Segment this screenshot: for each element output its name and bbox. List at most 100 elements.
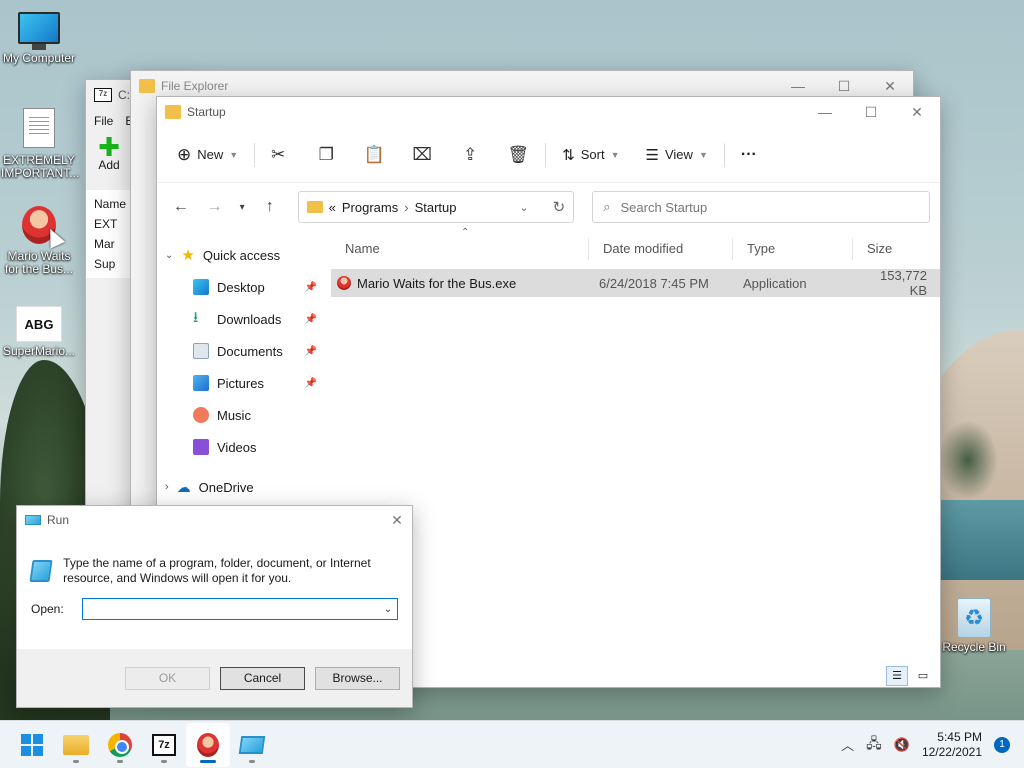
ok-button[interactable]: OK xyxy=(125,666,210,690)
nav-item-label: Pictures xyxy=(217,375,264,391)
file-name: Mario Waits for the Bus.exe xyxy=(357,275,517,291)
nav-item-videos[interactable]: Videos xyxy=(157,431,327,463)
command-bar: ⊕ New ▼ ✂ ❐ 📋 ⌧ ⇪ 🗑 ⇅ Sort ▼ ☰ View ▼ ··… xyxy=(157,127,940,183)
address-overflow[interactable]: « xyxy=(329,200,336,215)
desktop-icon-supermario[interactable]: ABG SuperMario... xyxy=(1,306,77,358)
address-bar[interactable]: « Programs › Startup ⌄ ↻ xyxy=(297,191,575,223)
menu-file[interactable]: File xyxy=(94,114,113,128)
sevenzip-add-button[interactable]: ✚ Add xyxy=(86,132,132,176)
open-combobox[interactable]: ⌄ xyxy=(81,598,398,620)
chevron-down-icon: ▼ xyxy=(610,149,620,160)
view-label: View xyxy=(664,147,693,162)
run-icon xyxy=(238,735,266,754)
table-row[interactable]: Mario Waits for the Bus.exe 6/24/2018 7:… xyxy=(331,268,940,298)
column-date-modified[interactable]: Date modified xyxy=(589,238,733,260)
taskbar-file-explorer[interactable] xyxy=(54,723,98,767)
close-icon[interactable]: ✕ xyxy=(382,506,412,534)
sort-button[interactable]: ⇅ Sort ▼ xyxy=(554,140,627,170)
column-headers: Name Date modified Type Size ⌃ xyxy=(331,227,940,267)
breadcrumb-startup[interactable]: Startup xyxy=(415,200,457,215)
minimize-icon[interactable]: — xyxy=(802,97,848,127)
cell-size: 153,772 KB xyxy=(880,268,927,298)
running-indicator xyxy=(249,759,255,763)
share-icon[interactable]: ⇪ xyxy=(455,145,485,165)
desktop-icon-label: SuperMario... xyxy=(2,344,76,358)
sort-label: Sort xyxy=(580,147,605,162)
up-arrow-icon[interactable]: ↑ xyxy=(256,198,284,216)
plus-circle-icon: ⊕ xyxy=(177,144,192,164)
breadcrumb-programs[interactable]: Programs xyxy=(342,200,398,215)
caption-buttons: ✕ xyxy=(382,506,412,534)
close-icon[interactable]: ✕ xyxy=(894,97,940,127)
start-button[interactable] xyxy=(10,723,54,767)
forward-arrow-icon[interactable]: → xyxy=(201,198,229,216)
monitor-icon xyxy=(18,12,60,50)
open-input[interactable] xyxy=(88,602,379,616)
nav-quick-access[interactable]: ⌄ ★ Quick access xyxy=(157,239,327,271)
nav-item-documents[interactable]: Documents 📌 xyxy=(157,335,327,367)
back-arrow-icon[interactable]: ← xyxy=(167,198,195,216)
cancel-button[interactable]: Cancel xyxy=(220,666,305,690)
running-indicator xyxy=(161,759,167,763)
volume-muted-icon[interactable]: 🔇 xyxy=(894,737,910,753)
rename-icon[interactable]: ⌧ xyxy=(407,145,437,165)
show-hidden-icons-chevron-icon[interactable]: ︿ xyxy=(841,735,854,754)
run-body: Type the name of a program, folder, docu… xyxy=(17,534,412,586)
file-explorer-titlebar[interactable]: Startup — ☐ ✕ xyxy=(157,97,940,127)
network-icon[interactable]: 🖧 xyxy=(866,733,882,757)
desktop-icon-mario-waits[interactable]: Mario Waits for the Bus... xyxy=(1,206,77,276)
view-button[interactable]: ☰ View ▼ xyxy=(638,140,716,170)
desktop-icon-my-computer[interactable]: My Computer xyxy=(1,12,77,65)
notification-badge[interactable]: 1 xyxy=(994,736,1010,753)
recent-locations-chevron-icon[interactable]: ▾ xyxy=(234,202,250,213)
search-box[interactable]: ⌕ Search Startup xyxy=(592,191,930,223)
cell-type: Application xyxy=(743,275,807,291)
nav-item-music[interactable]: Music xyxy=(157,399,327,431)
column-type[interactable]: Type xyxy=(733,238,853,260)
nav-item-downloads[interactable]: ⭳ Downloads 📌 xyxy=(157,303,327,335)
column-size[interactable]: Size xyxy=(853,238,931,260)
taskbar-mario[interactable] xyxy=(186,722,230,767)
sevenzip-icon: 7z xyxy=(94,88,112,102)
new-button[interactable]: ⊕ New ▼ xyxy=(169,139,246,171)
chevron-down-icon: ▼ xyxy=(698,149,708,160)
taskbar-7zip[interactable]: 7z xyxy=(142,723,186,767)
copy-icon[interactable]: ❐ xyxy=(311,145,341,165)
maximize-icon[interactable]: ☐ xyxy=(848,97,894,127)
toolbar-divider xyxy=(254,142,256,167)
running-indicator xyxy=(117,759,123,763)
taskbar: 7z ︿ 🖧 🔇 5:45 PM 12/22/2021 1 xyxy=(0,720,1024,768)
chevron-down-icon[interactable]: ⌄ xyxy=(379,604,397,615)
details-view-icon[interactable]: ☰ xyxy=(886,666,908,686)
desktop-icon-label: Mario Waits for the Bus... xyxy=(4,249,74,276)
cloud-icon: ☁ xyxy=(176,478,191,495)
clock[interactable]: 5:45 PM 12/22/2021 xyxy=(922,730,982,760)
new-label: New xyxy=(197,147,224,162)
taskbar-run[interactable] xyxy=(230,723,274,767)
desktop-icon-recycle-bin[interactable]: ♻ Recycle Bin xyxy=(936,598,1012,654)
run-titlebar[interactable]: Run ✕ xyxy=(17,506,412,534)
system-tray: ︿ 🖧 🔇 5:45 PM 12/22/2021 1 xyxy=(841,730,1024,760)
paste-icon[interactable]: 📋 xyxy=(359,145,389,165)
clock-time: 5:45 PM xyxy=(937,729,982,744)
browse-button[interactable]: Browse... xyxy=(315,666,400,690)
taskbar-chrome[interactable] xyxy=(98,723,142,767)
windows-logo-icon xyxy=(21,733,43,756)
delete-icon[interactable]: 🗑 xyxy=(503,145,533,165)
exe-icon xyxy=(337,276,351,290)
nav-item-label: Desktop xyxy=(217,279,265,295)
address-dropdown-icon[interactable]: ⌄ xyxy=(519,201,528,214)
run-dialog[interactable]: Run ✕ Type the name of a program, folder… xyxy=(16,505,413,708)
more-options-button[interactable]: ··· xyxy=(733,140,765,170)
desktop-icon-extremely-important[interactable]: EXTREMELY IMPORTANT... xyxy=(1,108,79,180)
nav-item-desktop[interactable]: Desktop 📌 xyxy=(157,271,327,303)
cut-icon[interactable]: ✂ xyxy=(263,145,293,165)
nav-onedrive[interactable]: › ☁ OneDrive xyxy=(157,471,327,503)
pin-icon: 📌 xyxy=(304,281,317,293)
chevron-right-icon: › xyxy=(165,481,169,493)
breadcrumb-separator-icon: › xyxy=(404,199,409,215)
refresh-icon[interactable]: ↻ xyxy=(553,198,566,216)
column-name[interactable]: Name xyxy=(331,238,589,260)
tiles-view-icon[interactable]: ▭ xyxy=(912,666,934,686)
nav-item-pictures[interactable]: Pictures 📌 xyxy=(157,367,327,399)
